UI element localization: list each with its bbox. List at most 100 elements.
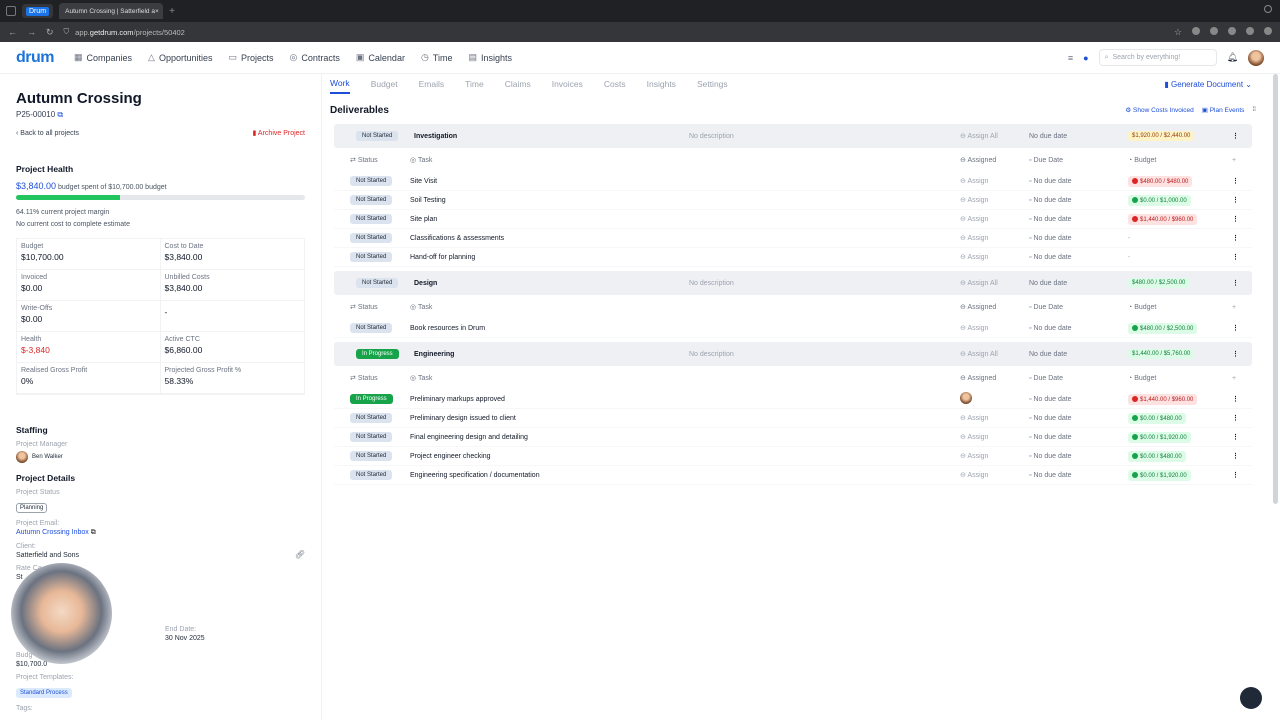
assign-button[interactable]: ⊖ Assign	[960, 414, 988, 422]
reload-icon[interactable]: ↻	[46, 27, 54, 38]
status-badge[interactable]: Not Started	[350, 470, 393, 480]
more-options-icon[interactable]: ⋮	[1232, 324, 1239, 332]
menu-icon[interactable]: ≡	[1068, 53, 1073, 63]
group-due-date[interactable]: No due date	[1029, 133, 1067, 140]
extension-icon[interactable]	[1210, 26, 1218, 35]
deliverable-group-design[interactable]: Not Started Design No description ⊖ Assign …	[334, 271, 1252, 295]
status-badge[interactable]: Not Started	[350, 252, 393, 262]
tab-insights[interactable]: Insights	[647, 79, 676, 93]
assign-button[interactable]: ⊖ Assign	[960, 471, 988, 479]
deliverable-group-investigation[interactable]: Not Started Investigation No description ⊖ …	[334, 124, 1252, 148]
extension-icon[interactable]	[1192, 26, 1200, 35]
status-badge[interactable]: Not Started	[350, 214, 393, 224]
new-tab-icon[interactable]: +	[169, 6, 175, 17]
drum-logo[interactable]: drum	[16, 49, 55, 67]
more-options-icon[interactable]: ⋮	[1232, 177, 1239, 185]
group-due-date[interactable]: No due date	[1029, 280, 1067, 287]
extension-icon[interactable]	[1246, 26, 1254, 35]
global-search[interactable]: ⌕ Search by everything!	[1098, 49, 1217, 66]
task-row[interactable]: Not Started Site Visit ⊖ Assign ▫ No due da…	[334, 172, 1252, 191]
more-options-icon[interactable]: ⋮	[1232, 414, 1239, 422]
task-row[interactable]: Not Started Engineering specification / d…	[334, 466, 1252, 485]
extension-icon[interactable]	[1264, 26, 1272, 35]
task-name[interactable]: Site plan	[410, 216, 437, 223]
more-options-icon[interactable]: ⋮	[1232, 350, 1239, 358]
task-name[interactable]: Final engineering design and detailing	[410, 434, 528, 441]
tab-work[interactable]: Work	[330, 78, 350, 94]
more-options-icon[interactable]: ⋮	[1232, 433, 1239, 441]
copy-icon[interactable]: ⧉	[91, 529, 96, 536]
due-date[interactable]: ▫ No due date	[1029, 434, 1072, 441]
group-name[interactable]: Engineering	[410, 351, 454, 358]
more-options-icon[interactable]: ⋮	[1232, 234, 1239, 242]
archive-project-button[interactable]: ▮ Archive Project	[253, 129, 306, 137]
tab-budget[interactable]: Budget	[371, 79, 398, 93]
status-badge[interactable]: Not Started	[356, 278, 399, 288]
assign-button[interactable]: ⊖ Assign	[960, 196, 988, 204]
status-badge[interactable]: In Progress	[356, 349, 399, 359]
task-name[interactable]: Soil Testing	[410, 197, 446, 204]
task-row[interactable]: In Progress Preliminary markups approved ▫…	[334, 390, 1252, 409]
task-name[interactable]: Preliminary design issued to client	[410, 415, 516, 422]
template-chip[interactable]: Standard Process	[16, 688, 72, 698]
tab-settings[interactable]: Settings	[697, 79, 728, 93]
project-manager[interactable]: Ben Walker	[16, 451, 305, 463]
status-badge[interactable]: Not Started	[350, 451, 393, 461]
extension-icon[interactable]	[1228, 26, 1236, 35]
nav-time[interactable]: ◷ Time	[421, 52, 453, 63]
grid-icon[interactable]: ⁞⁞	[1252, 106, 1256, 114]
window-control-icon[interactable]	[1264, 5, 1272, 13]
due-date[interactable]: ▫ No due date	[1029, 197, 1072, 204]
forward-icon[interactable]: →	[27, 27, 36, 37]
nav-opportunities[interactable]: △ Opportunities	[148, 52, 212, 63]
nav-companies[interactable]: ▦ Companies	[74, 52, 132, 63]
url-field[interactable]: ⛉ app.getdrum.com/projects/50402	[64, 27, 185, 37]
assign-button[interactable]: ⊖ Assign	[960, 215, 988, 223]
bookmark-star-icon[interactable]: ☆	[1174, 27, 1182, 38]
task-row[interactable]: Not Started Book resources in Drum ⊖ Assig…	[334, 319, 1252, 338]
add-task-icon[interactable]: +	[1232, 375, 1236, 382]
task-name[interactable]: Engineering specification / documentatio…	[410, 472, 540, 479]
assign-button[interactable]: ⊖ Assign	[960, 234, 988, 242]
more-options-icon[interactable]: ⋮	[1232, 279, 1239, 287]
more-options-icon[interactable]: ⋮	[1232, 253, 1239, 261]
task-row[interactable]: Not Started Preliminary design issued to …	[334, 409, 1252, 428]
plan-events-button[interactable]: ▣ Plan Events	[1202, 106, 1245, 114]
task-row[interactable]: Not Started Final engineering design and …	[334, 428, 1252, 447]
scrollbar[interactable]	[1273, 74, 1278, 504]
more-options-icon[interactable]: ⋮	[1232, 132, 1239, 140]
due-date[interactable]: ▫ No due date	[1029, 178, 1072, 185]
group-description[interactable]: No description	[689, 133, 734, 140]
due-date[interactable]: ▫ No due date	[1029, 453, 1072, 460]
status-badge[interactable]: In Progress	[350, 394, 393, 404]
task-name[interactable]: Hand-off for planning	[410, 254, 475, 261]
task-name[interactable]: Preliminary markups approved	[410, 396, 505, 403]
task-row[interactable]: Not Started Soil Testing ⊖ Assign ▫ No due …	[334, 191, 1252, 210]
due-date[interactable]: ▫ No due date	[1029, 254, 1072, 261]
due-date[interactable]: ▫ No due date	[1029, 472, 1072, 479]
status-badge[interactable]: Not Started	[350, 432, 393, 442]
task-row[interactable]: Not Started Project engineer checking ⊖ As…	[334, 447, 1252, 466]
status-badge[interactable]: Not Started	[350, 195, 393, 205]
back-icon[interactable]: ←	[8, 27, 17, 37]
back-to-projects-link[interactable]: ‹ Back to all projects	[16, 130, 79, 137]
project-status-chip[interactable]: Planning	[16, 503, 48, 513]
assign-button[interactable]: ⊖ Assign	[960, 253, 988, 261]
assign-button[interactable]: ⊖ Assign	[960, 433, 988, 441]
more-options-icon[interactable]: ⋮	[1232, 395, 1239, 403]
more-options-icon[interactable]: ⋮	[1232, 471, 1239, 479]
status-badge[interactable]: Not Started	[356, 131, 399, 141]
tab-costs[interactable]: Costs	[604, 79, 626, 93]
nav-insights[interactable]: ▤ Insights	[468, 52, 512, 63]
status-badge[interactable]: Not Started	[350, 413, 393, 423]
task-row[interactable]: Not Started Hand-off for planning ⊖ Assign…	[334, 248, 1252, 267]
link-icon[interactable]: 🔗︎	[295, 550, 305, 559]
add-task-icon[interactable]: +	[1232, 304, 1236, 311]
status-badge[interactable]: Not Started	[350, 233, 393, 243]
task-name[interactable]: Project engineer checking	[410, 453, 491, 460]
assign-all-button[interactable]: ⊖ Assign All	[960, 132, 998, 140]
assign-all-button[interactable]: ⊖ Assign All	[960, 350, 998, 358]
nav-contracts[interactable]: ◎ Contracts	[290, 52, 340, 63]
bell-icon[interactable]: 🔔︎	[1227, 52, 1238, 63]
tab-time[interactable]: Time	[465, 79, 484, 93]
